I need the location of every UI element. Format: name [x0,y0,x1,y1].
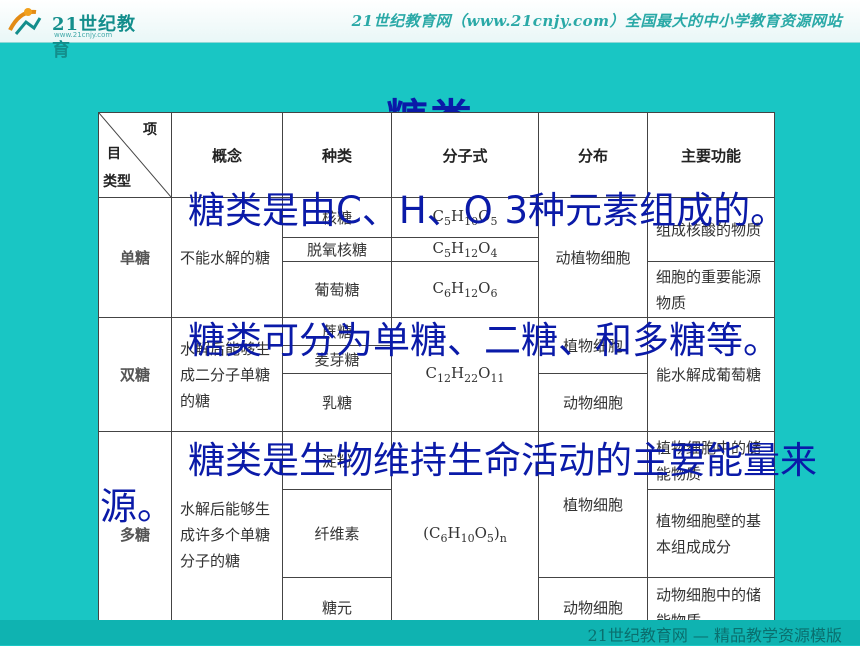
kind-lactose: 乳糖 [282,373,392,432]
overlay-text-3: 糖类是生物维持生命活动的主要能量来源。 [100,439,817,529]
header-bar: 21世纪教育 www.21cnjy.com 21世纪教育网（www.21cnjy… [0,0,860,61]
func-mono-2: 细胞的重要能源物质 [647,261,775,318]
diag-label-item: 项 [143,122,157,138]
table-header-row: 项 目 类型 概念 种类 分子式 分布 主要功能 [98,112,775,198]
kind-deoxyribose: 脱氧核糖 [282,237,392,262]
overlay-point-1: 糖类是由C、H、O 3种元素组成的。 [0,188,860,234]
runner-logo-icon [8,8,42,35]
header-kind: 种类 [282,112,392,198]
formula-glucose: C6H12O6 [391,261,539,318]
header-slogan: 21世纪教育网（www.21cnjy.com）全国最大的中小学教育资源网站 [351,12,842,30]
header-distribution: 分布 [538,112,648,198]
overlay-point-3: 糖类是生物维持生命活动的主要能量来源。 [0,438,860,531]
header-concept: 概念 [171,112,283,198]
overlay-text-2: 糖类可分为单糖、二糖、和多糖等。 [188,319,780,362]
formula-deoxyribose: C5H12O4 [391,237,539,262]
diagonal-header-cell: 项 目 类型 [98,112,172,198]
header-function: 主要功能 [647,112,775,198]
overlay-point-2: 糖类可分为单糖、二糖、和多糖等。 [0,318,860,364]
logo-url: www.21cnjy.com [54,31,113,39]
diag-label-mu: 目 [107,146,121,162]
footer-brand: 21世纪教育网 — 精品教学资源模版 [587,626,842,645]
site-logo[interactable]: 21世纪教育 www.21cnjy.com [6,4,146,61]
header-formula: 分子式 [391,112,539,198]
dist-di-animal: 动物细胞 [538,373,648,432]
overlay-text-1: 糖类是由C、H、O 3种元素组成的。 [188,189,788,232]
kind-glucose: 葡萄糖 [282,261,392,318]
